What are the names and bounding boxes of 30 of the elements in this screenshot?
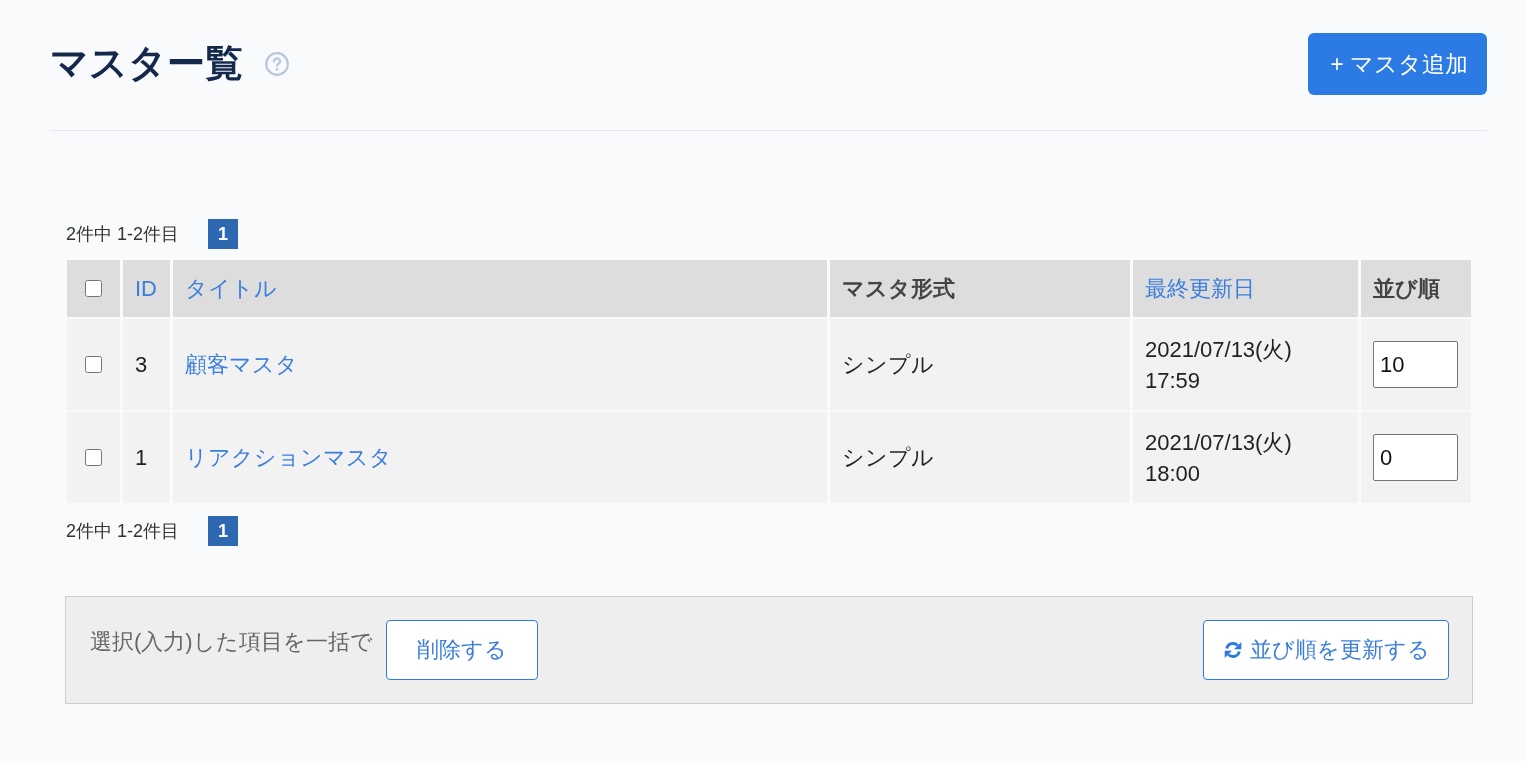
table-cell: シンプル (830, 319, 1130, 410)
order-input[interactable]: 10 (1373, 341, 1458, 388)
update-order-button[interactable]: 並び順を更新する (1203, 620, 1449, 680)
page-button[interactable]: 1 (208, 516, 239, 546)
refresh-icon (1223, 640, 1243, 660)
pagination-summary: 2件中 1-2件目 (66, 223, 180, 246)
row-checkbox[interactable] (85, 449, 102, 466)
delete-button[interactable]: 削除する (385, 620, 538, 680)
column-sort-link[interactable]: 最終更新日 (1145, 273, 1255, 304)
title-link[interactable]: リアクションマスタ (185, 442, 392, 473)
updated-date: 2021/07/13(火) (1145, 335, 1292, 364)
order-input[interactable]: 0 (1373, 434, 1458, 481)
title-link[interactable]: 顧客マスタ (185, 349, 298, 380)
pagination-summary: 2件中 1-2件目 (66, 520, 180, 543)
table-cell: シンプル (830, 412, 1130, 503)
column-header: 並び順 (1361, 260, 1471, 317)
bulk-action-label: 選択(入力)した項目を一括で (90, 628, 373, 656)
column-sort-link[interactable]: ID (135, 275, 157, 302)
updated-time: 17:59 (1145, 366, 1201, 395)
updated-date: 2021/07/13(火) (1145, 428, 1292, 457)
add-master-button[interactable]: + マスタ追加 (1308, 33, 1487, 95)
select-all-checkbox[interactable] (85, 280, 102, 297)
page-title: マスター覧 (50, 41, 243, 87)
page-button[interactable]: 1 (208, 219, 239, 249)
table-cell: 3 (123, 319, 170, 410)
row-checkbox[interactable] (85, 356, 102, 373)
column-sort-link[interactable]: タイトル (185, 273, 277, 304)
updated-time: 18:00 (1145, 459, 1201, 488)
column-header: マスタ形式 (830, 260, 1130, 317)
table-cell: 1 (123, 412, 170, 503)
